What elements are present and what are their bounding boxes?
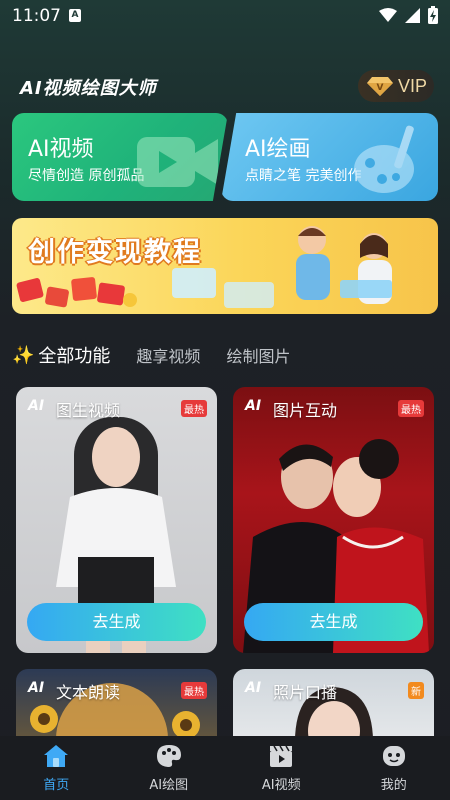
- bottom-nav: 首页 AI绘图 AI视频 我的: [0, 736, 450, 800]
- nav-ai-video[interactable]: AI视频: [225, 736, 338, 800]
- wifi-icon: [379, 8, 397, 22]
- ai-mark-icon: AI: [245, 398, 262, 414]
- ai-video-card[interactable]: AI视频 尽情创造 原创孤品: [12, 113, 228, 201]
- nav-home[interactable]: 首页: [0, 736, 113, 800]
- generate-button[interactable]: 去生成: [27, 603, 206, 641]
- tab-all-features-label: 全部功能: [38, 346, 111, 367]
- profile-icon: [382, 746, 405, 766]
- sparkle-icon: ✨: [12, 344, 35, 366]
- battery-charging-icon: [428, 6, 438, 24]
- ai-video-title: AI视频: [28, 137, 94, 162]
- card-image-to-video[interactable]: AI 图生视频 最热 去生成: [16, 387, 217, 653]
- card-title: 文本朗读: [56, 683, 121, 702]
- vip-label: VIP: [398, 75, 428, 96]
- ai-paint-subtitle: 点睛之笔 完美创作: [245, 168, 362, 184]
- palette-icon: [156, 745, 181, 767]
- clapperboard-icon: [270, 745, 293, 767]
- ai-paint-card[interactable]: AI绘画 点睛之笔 完美创作: [221, 113, 438, 201]
- ai-mark-icon: AI: [28, 680, 45, 696]
- category-tabs: ✨ 全部功能 趣享视频 绘制图片: [12, 342, 316, 368]
- tab-all-features[interactable]: ✨ 全部功能: [12, 342, 110, 368]
- diamond-icon: V: [367, 77, 393, 96]
- hot-badge: 最热: [181, 682, 207, 699]
- status-time: 11:07: [12, 6, 61, 26]
- hot-badge: 最热: [398, 400, 424, 417]
- nav-home-label: 首页: [43, 778, 70, 793]
- nav-ai-paint-label: AI绘图: [149, 778, 189, 793]
- home-icon: [44, 745, 69, 767]
- card-image-interaction[interactable]: AI 图片互动 最热 去生成: [233, 387, 434, 653]
- tab-fun-video[interactable]: 趣享视频: [136, 343, 200, 367]
- status-icons: [379, 6, 438, 24]
- card-title: 图生视频: [56, 401, 121, 420]
- nav-profile[interactable]: 我的: [338, 736, 450, 800]
- ai-paint-title: AI绘画: [245, 137, 311, 162]
- video-camera-icon: [137, 137, 218, 187]
- nav-profile-label: 我的: [380, 778, 407, 793]
- vip-button[interactable]: V VIP: [358, 70, 434, 102]
- banner-illustration: [16, 226, 392, 308]
- app-logo-title: AI视频绘图大师: [20, 78, 157, 99]
- notification-a-icon: A: [69, 9, 81, 22]
- nav-ai-video-label: AI视频: [261, 778, 301, 793]
- card-title: 图片互动: [273, 401, 338, 420]
- ai-mark-icon: AI: [245, 680, 262, 696]
- nav-ai-paint[interactable]: AI绘图: [113, 736, 226, 800]
- signal-icon: [405, 7, 420, 23]
- tab-draw-image[interactable]: 绘制图片: [226, 343, 290, 367]
- hot-badge: 最热: [181, 400, 207, 417]
- ai-video-subtitle: 尽情创造 原创孤品: [28, 168, 145, 184]
- card-title: 照片口播: [273, 683, 338, 702]
- ai-mark-icon: AI: [28, 398, 45, 414]
- new-badge: 新: [408, 682, 424, 699]
- svg-text:V: V: [377, 83, 384, 93]
- palette-brush-icon: [354, 125, 414, 193]
- monetize-tutorial-banner[interactable]: 创作变现教程: [12, 218, 438, 314]
- generate-button[interactable]: 去生成: [244, 603, 423, 641]
- status-bar: 11:07 A: [0, 0, 450, 32]
